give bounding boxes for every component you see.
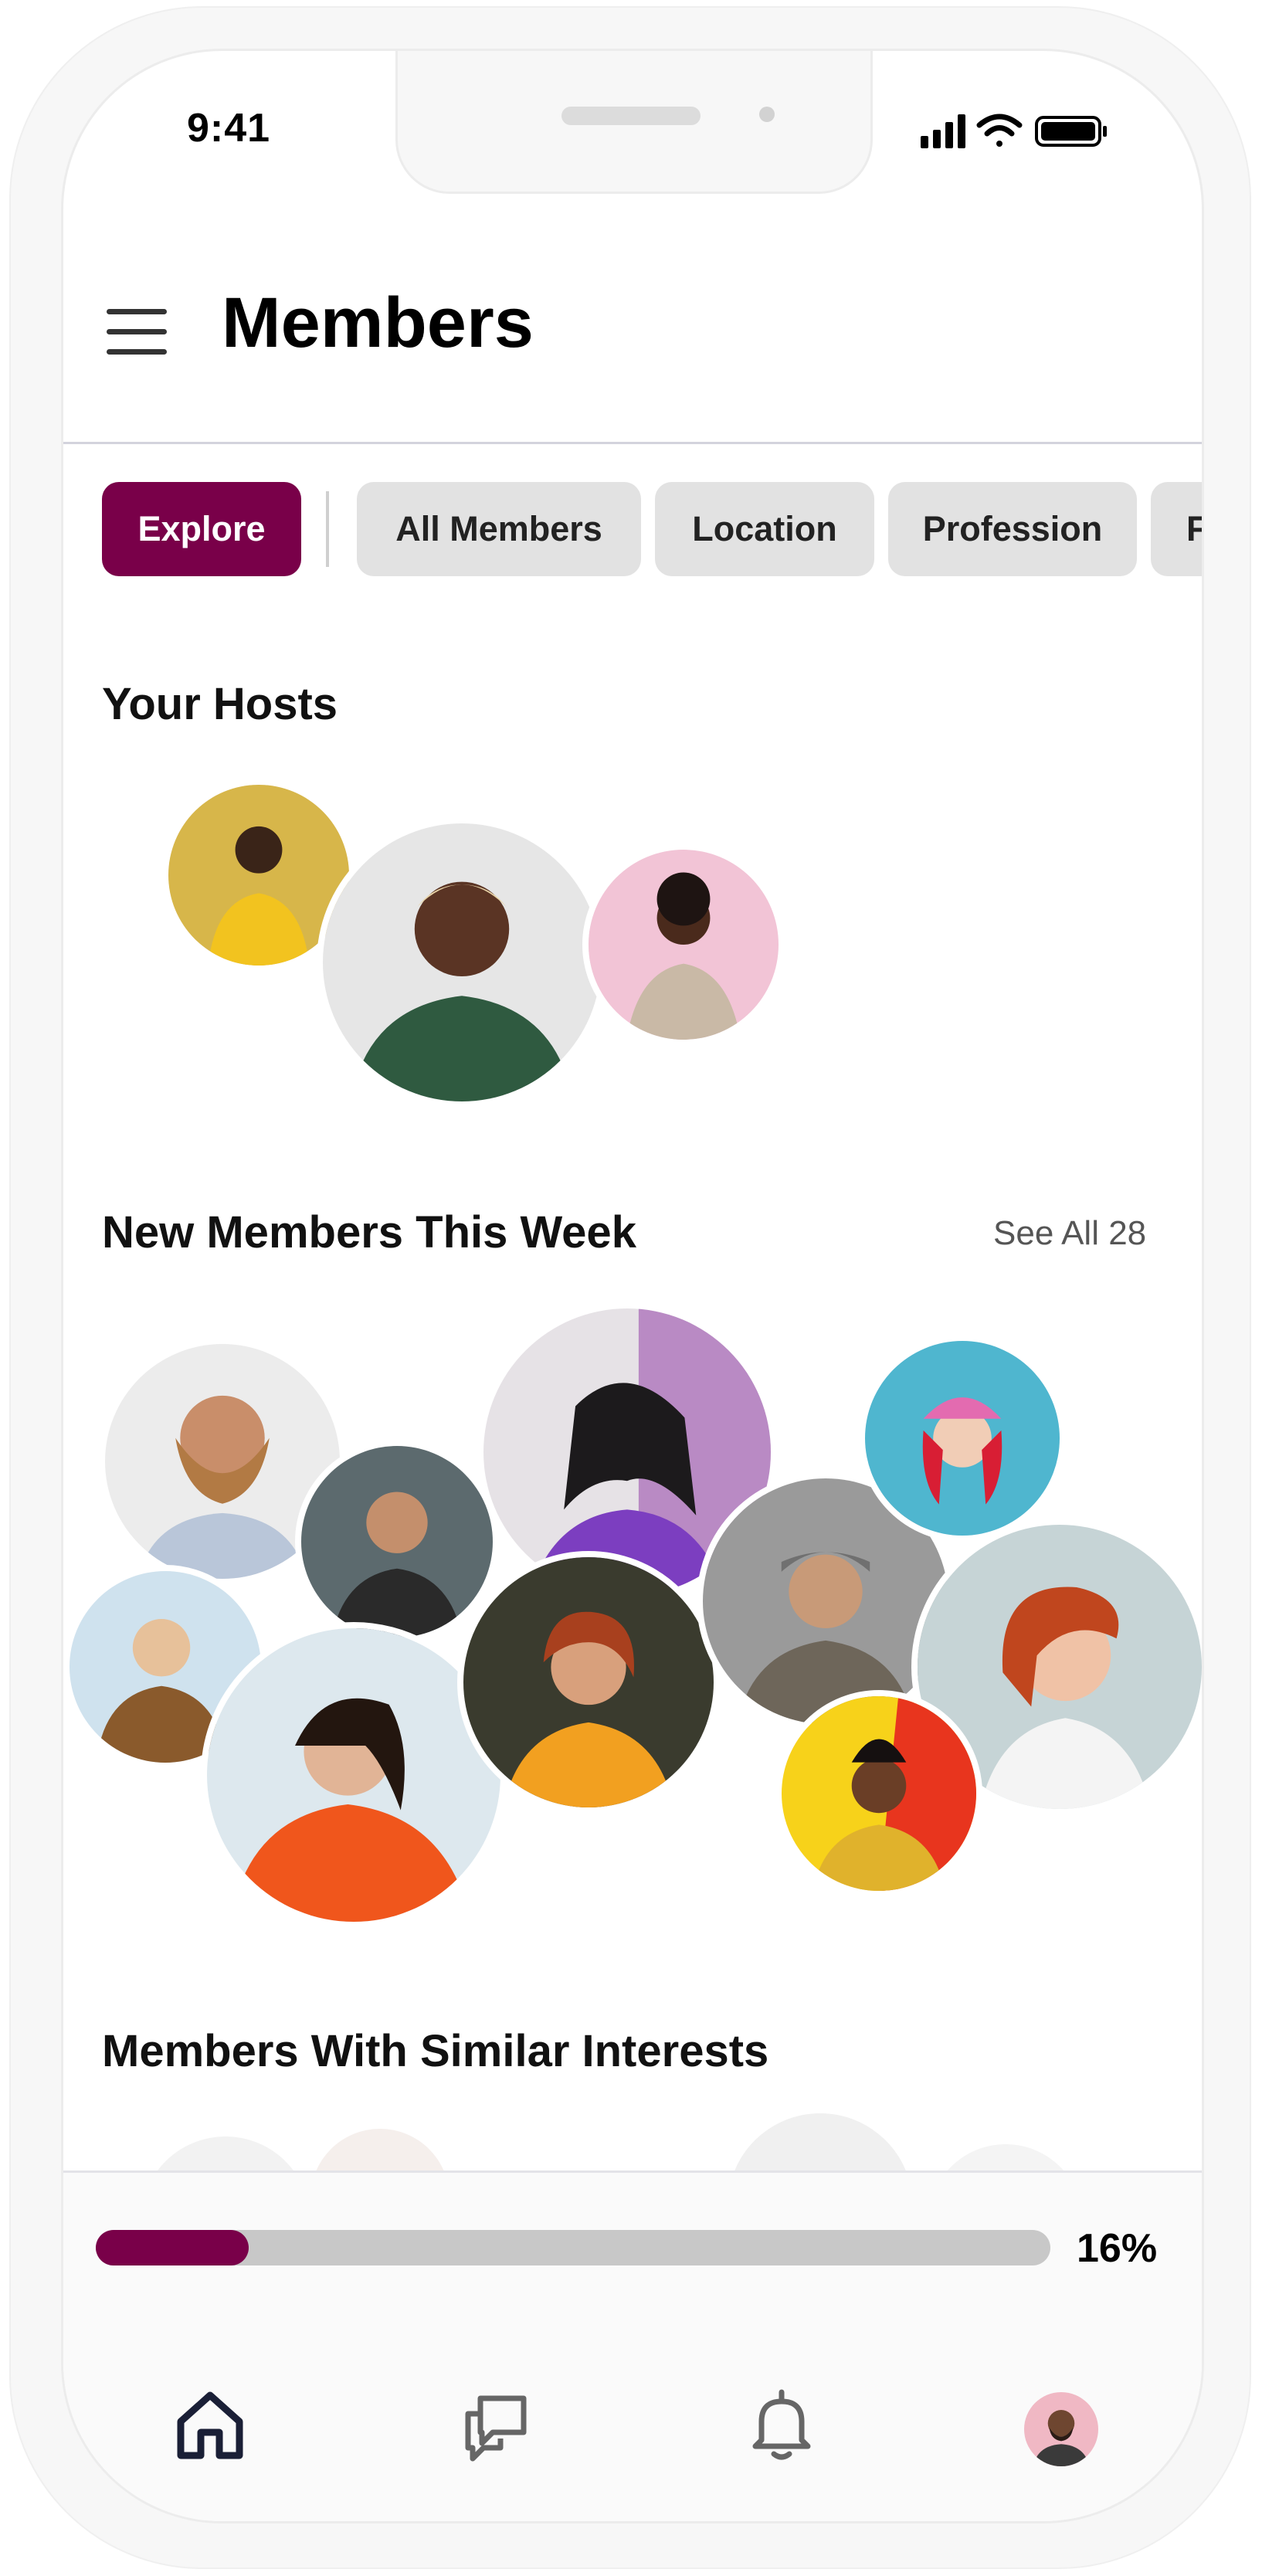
see-all-link[interactable]: See All 28 xyxy=(993,1214,1146,1253)
speaker-grille xyxy=(561,107,701,125)
host-avatar[interactable] xyxy=(582,843,785,1046)
member-avatar[interactable] xyxy=(295,1440,499,1644)
chip-profession[interactable]: Profession xyxy=(888,482,1137,576)
hamburger-icon-line xyxy=(107,329,167,334)
home-icon[interactable] xyxy=(171,2386,249,2463)
status-time: 9:41 xyxy=(187,106,271,151)
member-avatar[interactable] xyxy=(775,1690,982,1897)
hamburger-icon xyxy=(107,309,167,314)
progress-fill xyxy=(96,2230,249,2265)
chip-partial[interactable]: F xyxy=(1151,482,1202,576)
hamburger-icon-line xyxy=(107,349,167,355)
chip-separator xyxy=(326,491,329,567)
chat-icon[interactable] xyxy=(457,2386,534,2463)
progress-label: 16% xyxy=(1077,2226,1158,2271)
bell-icon[interactable] xyxy=(743,2386,820,2463)
profile-avatar[interactable] xyxy=(1024,2392,1098,2466)
battery-icon xyxy=(1035,116,1107,147)
filter-chips: Explore All Members Location Profession … xyxy=(102,482,1202,578)
front-camera xyxy=(759,107,775,122)
chip-location[interactable]: Location xyxy=(655,482,874,576)
device-notch xyxy=(395,51,873,194)
menu-button[interactable] xyxy=(107,306,168,357)
similar-title: Members With Similar Interests xyxy=(102,2026,769,2076)
host-avatar[interactable] xyxy=(317,817,607,1108)
chip-all-members[interactable]: All Members xyxy=(357,482,641,576)
header-divider xyxy=(63,442,1202,444)
member-avatar[interactable] xyxy=(859,1335,1066,1542)
wifi-icon xyxy=(976,114,1023,147)
signal-icon xyxy=(921,114,965,148)
progress-bar xyxy=(96,2230,1050,2265)
member-avatar[interactable] xyxy=(457,1551,720,1814)
page-title: Members xyxy=(222,283,534,362)
phone-screen: 9:41 Members Explore All Members Locatio… xyxy=(63,51,1202,2521)
status-icons xyxy=(921,114,1107,148)
hosts-title: Your Hosts xyxy=(102,679,338,729)
bottom-panel: 16% xyxy=(63,2170,1202,2521)
new-members-title: New Members This Week xyxy=(102,1207,636,1257)
chip-explore[interactable]: Explore xyxy=(102,482,301,576)
